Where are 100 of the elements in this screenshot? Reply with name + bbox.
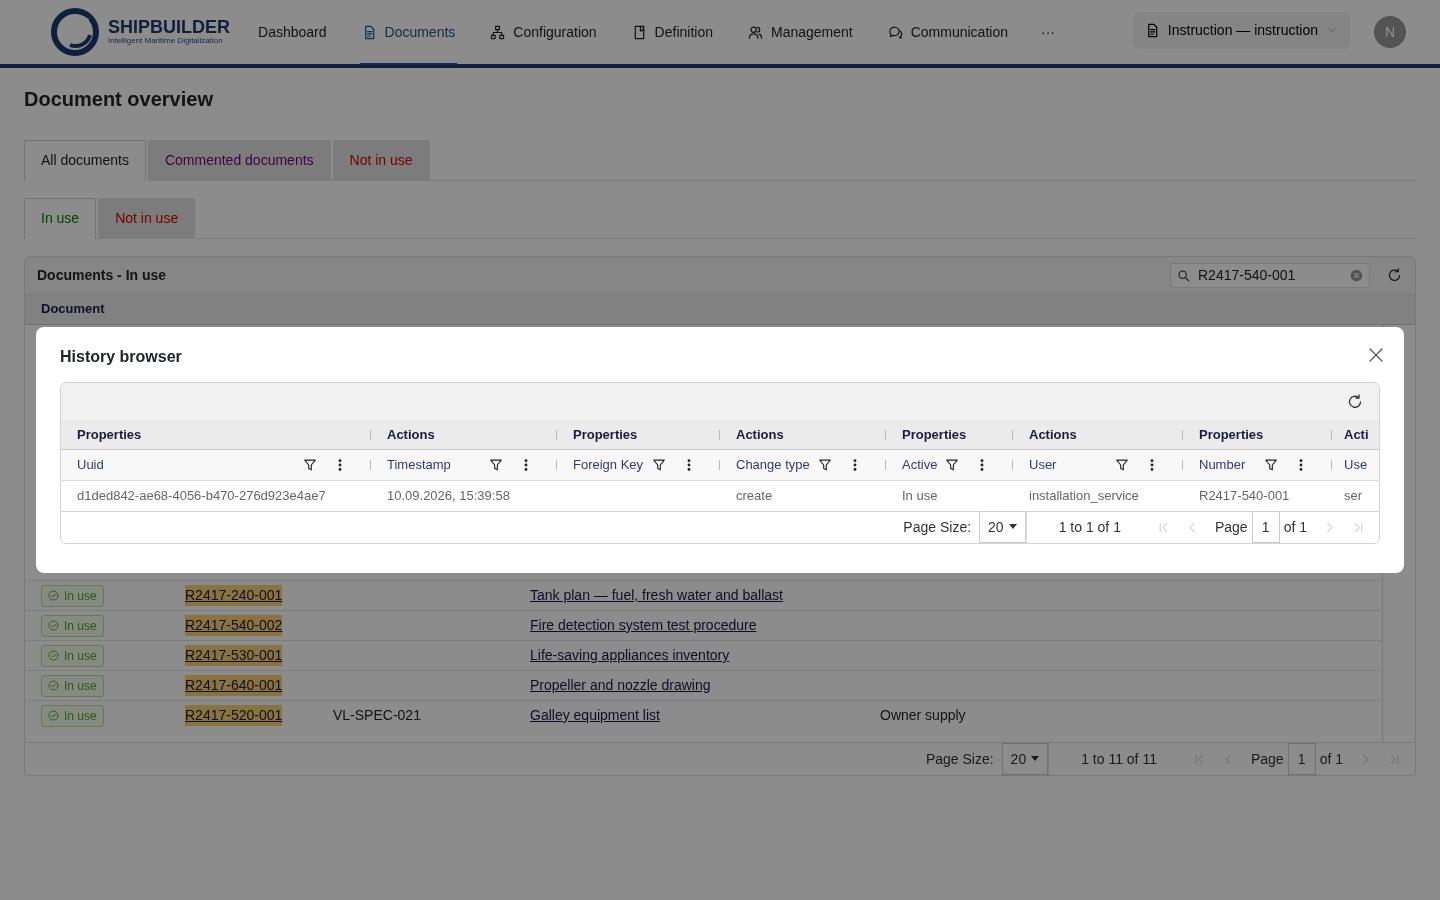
- page-title: Document overview: [24, 87, 214, 112]
- tab[interactable]: Commented documents: [147, 140, 331, 180]
- caret-icon: [1031, 756, 1040, 762]
- document-number-link[interactable]: R2417-540-002: [185, 615, 283, 636]
- people-icon: [748, 24, 763, 40]
- column-group-header: Actions: [1029, 425, 1077, 444]
- page-count: of 1: [1319, 749, 1343, 769]
- panel-title: Documents - In use: [37, 265, 168, 285]
- column-group-header: Properties: [77, 425, 142, 444]
- column-header[interactable]: Active: [902, 455, 945, 475]
- last-page-icon: [1352, 520, 1365, 534]
- filter-icon: [818, 458, 832, 472]
- tab[interactable]: All documents: [24, 140, 146, 181]
- page-label: Page: [1250, 749, 1284, 769]
- nav-link[interactable]: Dashboard: [256, 1, 329, 65]
- status-badge: In use: [41, 614, 104, 637]
- filter-icon: [945, 458, 959, 472]
- nav-link[interactable]: Definition: [629, 1, 715, 65]
- filter-icon: [652, 458, 666, 472]
- table-cell-text: installation_service: [1028, 487, 1140, 506]
- document-number-link[interactable]: R2417-240-001: [185, 585, 283, 606]
- table-cell-text: ser: [1343, 487, 1364, 506]
- document-number-link[interactable]: R2417-530-001: [185, 645, 283, 666]
- column-group-header: Acti: [1344, 425, 1369, 444]
- page-size-label: Page Size:: [925, 749, 994, 769]
- nav-link[interactable]: Communication: [885, 1, 1010, 65]
- filter-icon: [489, 458, 503, 472]
- page-size-select[interactable]: 20: [1001, 743, 1049, 775]
- table-cell-text: Owner supply: [880, 706, 967, 725]
- column-group-header: Actions: [736, 425, 784, 444]
- search-field[interactable]: R2417-540-001: [1170, 262, 1370, 288]
- logo-icon: [50, 7, 100, 57]
- document-title-link[interactable]: Tank plan — fuel, fresh water and ballast: [530, 585, 783, 606]
- nav-link[interactable]: Documents: [359, 1, 458, 65]
- column-header[interactable]: Change type: [736, 455, 818, 475]
- table-cell-text: 10.09.2026, 15:39:58: [386, 487, 511, 506]
- status-badge: In use: [41, 644, 104, 667]
- column-header[interactable]: Number: [1199, 455, 1264, 475]
- column-header[interactable]: Uuid: [77, 455, 303, 475]
- column-group-header: Actions: [387, 425, 435, 444]
- filter-button[interactable]: [1115, 458, 1129, 472]
- page-range: 1 to 11 of 11: [1048, 743, 1193, 775]
- column-group-header: Properties: [1199, 425, 1264, 444]
- column-header: Document: [41, 300, 105, 319]
- clear-icon: [1350, 268, 1363, 282]
- column-header[interactable]: Foreign Key: [573, 455, 652, 475]
- filter-icon: [303, 458, 317, 472]
- page-count: of 1: [1283, 517, 1307, 537]
- table-cell-text: R2417-540-001: [1198, 487, 1291, 506]
- filter-button[interactable]: [489, 458, 503, 472]
- check-circle-icon: [48, 650, 59, 661]
- table-cell-text: In use: [901, 487, 939, 506]
- refresh-icon: [1387, 267, 1402, 283]
- filter-icon: [1115, 458, 1129, 472]
- filter-icon: [1264, 458, 1278, 472]
- table-cell-text: d1ded842-ae68-4056-b470-276d923e4ae7: [76, 487, 327, 506]
- check-circle-icon: [48, 710, 59, 721]
- document-number-link[interactable]: R2417-520-001: [185, 705, 283, 726]
- refresh-button[interactable]: [1347, 393, 1363, 410]
- column-header[interactable]: Use: [1344, 455, 1376, 475]
- document-title-link[interactable]: Galley equipment list: [530, 705, 660, 726]
- page-number-field[interactable]: 1: [1287, 743, 1316, 775]
- table-cell-text: create: [735, 487, 774, 506]
- more-menu[interactable]: ···: [1040, 21, 1055, 43]
- status-badge: In use: [41, 584, 104, 607]
- column-header[interactable]: User: [1029, 455, 1115, 475]
- document-title-link[interactable]: Life-saving appliances inventory: [530, 645, 730, 666]
- nav-link[interactable]: Management: [746, 1, 855, 65]
- filter-button[interactable]: [818, 458, 832, 472]
- last-page-icon: [1388, 752, 1401, 766]
- status-badge: In use: [41, 674, 104, 697]
- column-header[interactable]: Timestamp: [387, 455, 489, 475]
- page-size-select[interactable]: 20: [979, 511, 1026, 543]
- tab[interactable]: In use: [24, 198, 97, 239]
- nav-link[interactable]: Configuration: [488, 1, 599, 65]
- org-icon: [490, 24, 506, 40]
- modal-title: History browser: [60, 347, 182, 367]
- column-group-header: Properties: [573, 425, 638, 444]
- caret-icon: [1008, 524, 1017, 530]
- filter-button[interactable]: [303, 458, 317, 472]
- check-circle-icon: [48, 680, 59, 691]
- close-button[interactable]: [1368, 347, 1384, 363]
- context-selector[interactable]: Instruction — instruction: [1132, 11, 1350, 49]
- document-number-link[interactable]: R2417-640-001: [185, 675, 283, 696]
- refresh-icon: [1347, 393, 1363, 410]
- search-icon: [1177, 268, 1190, 282]
- column-group-header: Properties: [902, 425, 967, 444]
- document-code: VL-SPEC-021: [333, 706, 422, 725]
- page-range: 1 to 1 of 1: [1025, 511, 1157, 543]
- refresh-button[interactable]: [1386, 266, 1403, 284]
- brand-tagline: Intelligent Maritime Digitalization: [108, 36, 224, 46]
- page-number-field[interactable]: 1: [1251, 511, 1280, 543]
- document-title-link[interactable]: Fire detection system test procedure: [530, 615, 757, 636]
- filter-button[interactable]: [1264, 458, 1278, 472]
- close-icon: [1368, 347, 1384, 363]
- chat-icon: [887, 24, 903, 40]
- filter-button[interactable]: [652, 458, 666, 472]
- filter-button[interactable]: [945, 458, 959, 472]
- document-title-link[interactable]: Propeller and nozzle drawing: [530, 675, 711, 696]
- page-size-label: Page Size:: [903, 517, 972, 537]
